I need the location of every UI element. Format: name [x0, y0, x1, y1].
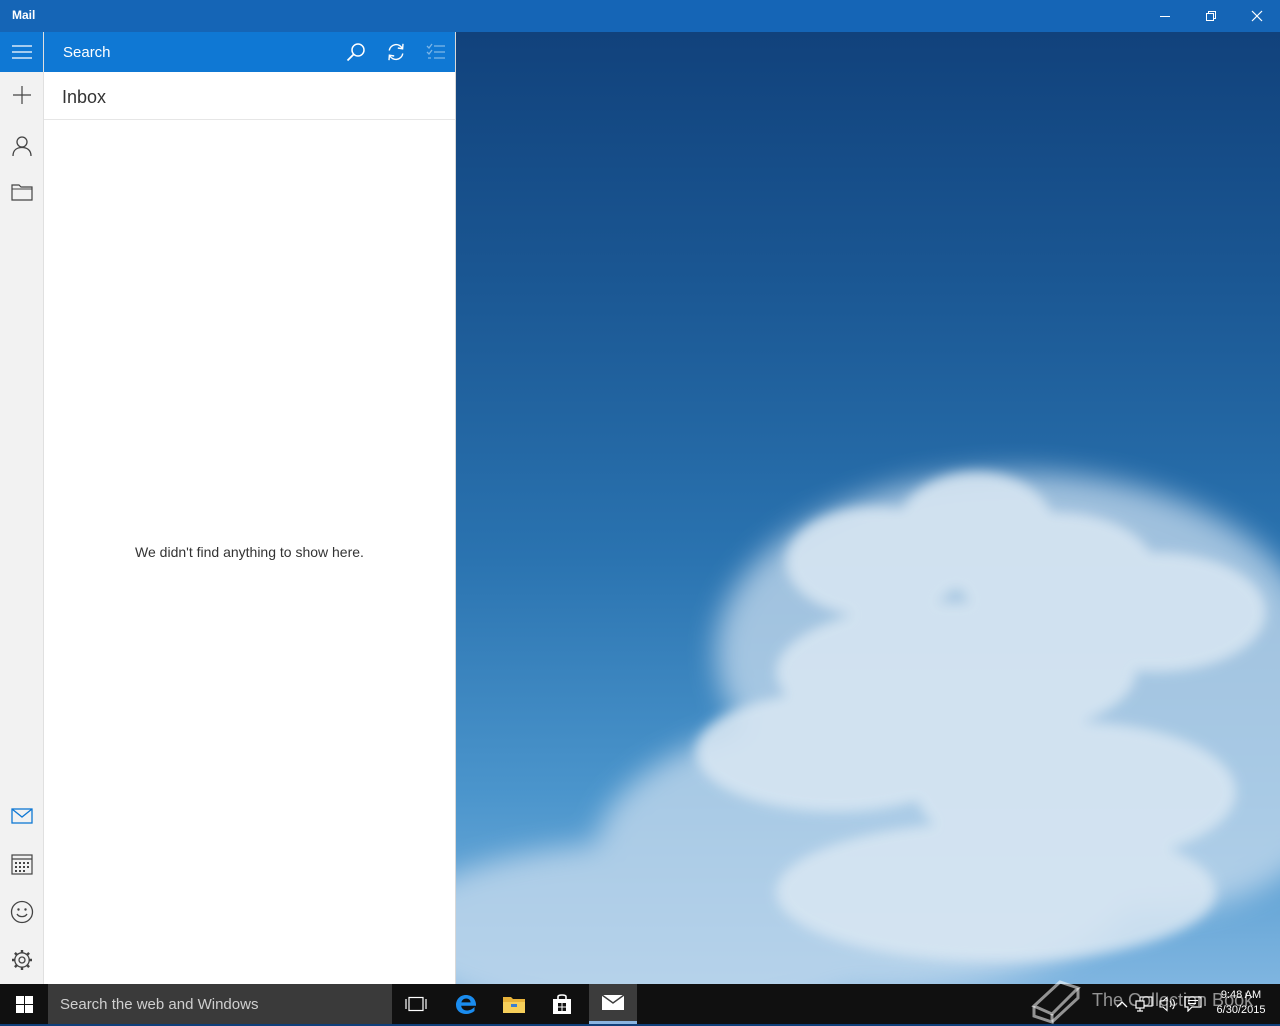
message-list-pane: Search Inbox We didn't find anything to …	[44, 32, 456, 984]
sky-clouds-background	[456, 472, 1280, 984]
search-button[interactable]	[336, 32, 376, 72]
app-title: Mail	[12, 8, 36, 22]
mail-button[interactable]	[0, 794, 43, 838]
search-bar: Search	[44, 32, 455, 72]
taskbar-edge[interactable]	[442, 984, 490, 1024]
calendar-icon	[10, 854, 33, 875]
folder-title: Inbox	[62, 87, 107, 107]
sync-button[interactable]	[376, 32, 416, 72]
taskbar-store[interactable]	[538, 984, 586, 1024]
folders-button[interactable]	[0, 170, 43, 214]
search-input[interactable]: Search	[63, 44, 111, 61]
minimize-icon	[1160, 16, 1170, 17]
feedback-button[interactable]	[0, 890, 43, 934]
calendar-button[interactable]	[0, 842, 43, 886]
close-button[interactable]	[1234, 0, 1280, 32]
mail-app-icon	[601, 994, 625, 1010]
folder-header: Inbox	[44, 72, 455, 120]
person-icon	[11, 136, 32, 157]
plus-icon	[12, 86, 31, 104]
close-icon	[1251, 10, 1263, 22]
clock-time: 9:48 AM	[1220, 989, 1262, 1001]
hamburger-menu-button[interactable]	[0, 32, 43, 72]
title-bar: Mail	[0, 0, 1280, 32]
start-button[interactable]	[0, 984, 48, 1024]
clock-date: 6/30/2015	[1216, 1004, 1266, 1016]
chevron-up-icon	[1116, 1001, 1128, 1008]
task-view-icon	[405, 996, 427, 1012]
select-mode-icon	[426, 43, 445, 59]
reading-pane	[456, 32, 1280, 984]
folder-icon	[10, 184, 33, 201]
windows-logo-icon	[15, 995, 33, 1013]
restore-icon	[1206, 11, 1216, 21]
book-icon	[1031, 980, 1081, 1024]
volume-button[interactable]	[1158, 994, 1178, 1014]
taskbar-file-explorer[interactable]	[490, 984, 538, 1024]
network-button[interactable]	[1134, 994, 1154, 1014]
empty-list-message: We didn't find anything to show here.	[135, 544, 364, 560]
edge-icon	[456, 995, 477, 1014]
action-center-button[interactable]	[1183, 994, 1203, 1014]
network-icon	[1135, 996, 1153, 1012]
new-mail-button[interactable]	[0, 73, 43, 117]
taskbar: Search the web and Windows The Collectio…	[0, 980, 1280, 1024]
mail-icon	[10, 808, 33, 824]
smiley-icon	[10, 900, 33, 924]
store-icon	[553, 994, 571, 1014]
minimize-button[interactable]	[1142, 0, 1188, 32]
navigation-rail	[0, 32, 44, 984]
file-explorer-icon	[503, 997, 525, 1013]
taskbar-search-placeholder: Search the web and Windows	[60, 996, 259, 1013]
accounts-button[interactable]	[0, 124, 43, 168]
taskbar-clock[interactable]: 9:48 AM 6/30/2015	[1206, 988, 1276, 1018]
taskbar-search-box[interactable]: Search the web and Windows	[48, 984, 392, 1024]
search-icon	[346, 43, 365, 62]
selection-mode-button[interactable]	[416, 32, 456, 72]
gear-icon	[11, 950, 32, 970]
restore-button[interactable]	[1188, 0, 1234, 32]
volume-icon	[1159, 996, 1175, 1012]
task-view-button[interactable]	[392, 984, 440, 1024]
show-hidden-icons-button[interactable]	[1112, 994, 1132, 1014]
sync-icon	[388, 43, 404, 61]
hamburger-menu-icon	[11, 45, 32, 59]
taskbar-mail[interactable]	[589, 984, 637, 1024]
action-center-icon	[1184, 996, 1202, 1012]
settings-button[interactable]	[0, 938, 43, 982]
